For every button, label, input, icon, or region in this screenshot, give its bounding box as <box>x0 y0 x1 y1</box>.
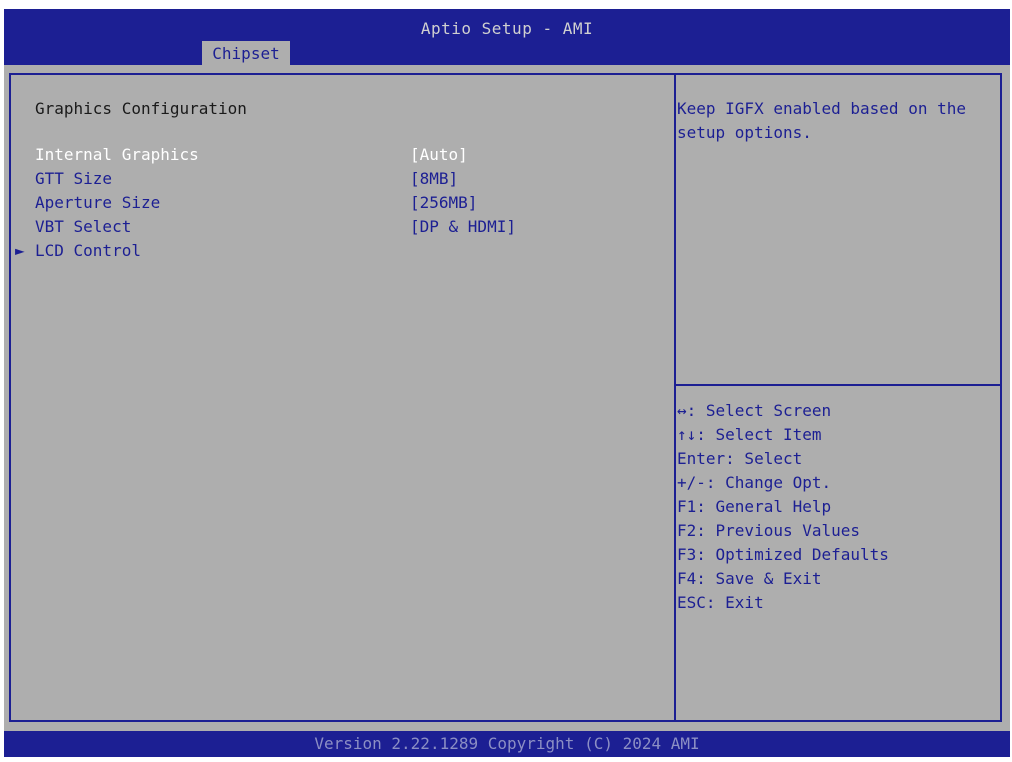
tab-chipset[interactable]: Chipset <box>202 41 290 67</box>
setting-label: Aperture Size <box>35 193 161 212</box>
key-legend-item: F2: Previous Values <box>677 521 861 540</box>
version-footer: Version 2.22.1289 Copyright (C) 2024 AMI <box>4 731 1010 757</box>
setting-label: Internal Graphics <box>35 145 199 164</box>
key-legend-item: F3: Optimized Defaults <box>677 545 889 564</box>
key-legend-item: F4: Save & Exit <box>677 569 822 588</box>
key-legend-item: ESC: Exit <box>677 593 764 612</box>
section-title: Graphics Configuration <box>35 99 247 118</box>
help-divider <box>674 384 1000 386</box>
bios-header: Aptio Setup - AMI Chipset <box>4 9 1010 67</box>
submenu-lcd-control[interactable]: ► LCD Control <box>15 241 141 260</box>
key-legend-item: ↑↓: Select Item <box>677 425 822 444</box>
main-area: Graphics Configuration Internal Graphics… <box>4 65 1010 731</box>
settings-panel: Graphics Configuration Internal Graphics… <box>9 73 676 722</box>
key-legend-item: +/-: Change Opt. <box>677 473 832 492</box>
key-legend-item: ↔: Select Screen <box>677 401 832 420</box>
submenu-arrow-icon: ► <box>15 241 25 260</box>
submenu-label: LCD Control <box>35 241 141 260</box>
help-text: Keep IGFX enabled based on the setup opt… <box>677 99 966 142</box>
help-panel: Keep IGFX enabled based on the setup opt… <box>674 73 1002 722</box>
setting-value[interactable]: [8MB] <box>410 169 458 188</box>
setting-value[interactable]: [256MB] <box>410 193 477 212</box>
setting-value[interactable]: [DP & HDMI] <box>410 217 516 236</box>
key-legend: ↔: Select Screen ↑↓: Select Item Enter: … <box>677 399 889 615</box>
app-title: Aptio Setup - AMI <box>420 19 594 38</box>
setting-label: VBT Select <box>35 217 132 236</box>
key-legend-item: Enter: Select <box>677 449 803 468</box>
setting-label: GTT Size <box>35 169 113 188</box>
key-legend-item: F1: General Help <box>677 497 832 516</box>
setting-value[interactable]: [Auto] <box>410 145 468 164</box>
